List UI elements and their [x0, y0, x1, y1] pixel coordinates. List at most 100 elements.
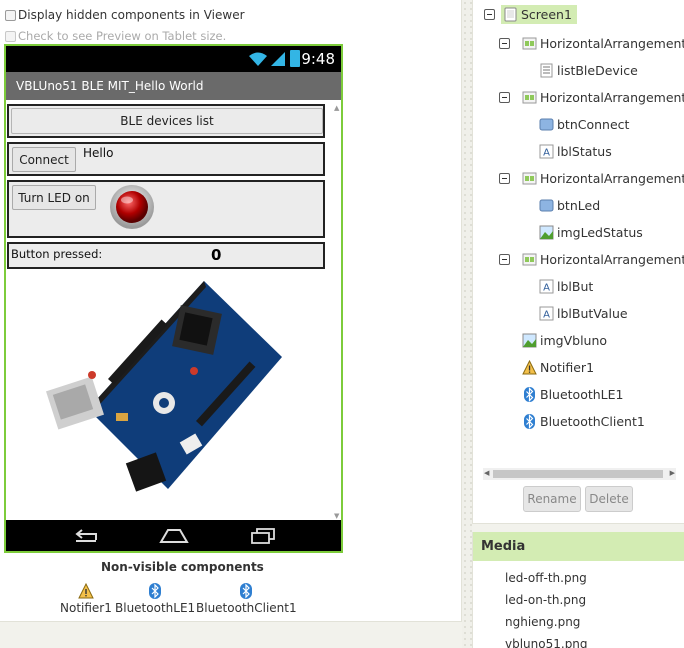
- collapse-screen1-toggle[interactable]: [484, 9, 495, 20]
- connect-button[interactable]: Connect: [12, 147, 76, 172]
- tree-item-listbledevice[interactable]: listBleDevice: [539, 63, 638, 78]
- tree-item-label: btnConnect: [557, 117, 630, 132]
- nonvisible-notifier1[interactable]: Notifier1: [60, 583, 112, 615]
- tree-horizontal-scrollbar[interactable]: ◀ ▶: [483, 468, 676, 480]
- arrangement-icon: [522, 91, 537, 104]
- label-icon: A: [539, 306, 554, 321]
- tree-item-label: imgVbluno: [540, 333, 608, 348]
- nonvisible-notifier1-label: Notifier1: [60, 601, 112, 615]
- phone-nav-bar: [6, 520, 341, 551]
- media-file-led-on[interactable]: led-on-th.png: [505, 593, 586, 607]
- tree-item-horizontalarrangement3[interactable]: HorizontalArrangement3: [522, 171, 684, 186]
- non-visible-components-title: Non-visible components: [101, 560, 264, 574]
- media-file-vbluno51[interactable]: vbluno51.png: [505, 637, 588, 648]
- tree-item-lblbut[interactable]: A lblBut: [539, 279, 593, 294]
- media-header: Media: [473, 532, 684, 561]
- svg-text:A: A: [543, 310, 550, 321]
- tree-item-horizontalarrangement1[interactable]: HorizontalArrangement1: [522, 36, 684, 51]
- tree-item-notifier1[interactable]: Notifier1: [522, 360, 594, 375]
- nonvisible-bluetoothle1-label: BluetoothLE1: [115, 601, 196, 615]
- home-icon[interactable]: [158, 526, 190, 544]
- display-hidden-label: Display hidden components in Viewer: [18, 8, 245, 22]
- scroll-down-arrow-icon[interactable]: ▼: [334, 512, 339, 520]
- media-file-nghieng[interactable]: nghieng.png: [505, 615, 580, 629]
- button-icon: [539, 199, 554, 212]
- led-status-image: [110, 185, 154, 229]
- vbluno-board-image: [46, 281, 282, 492]
- collapse-horizontalarrangement3-toggle[interactable]: [499, 173, 510, 184]
- button-pressed-label: Button pressed:: [11, 247, 103, 261]
- tablet-preview-checkbox: [5, 30, 16, 42]
- media-file-led-off[interactable]: led-off-th.png: [505, 571, 587, 585]
- button-pressed-value: 0: [211, 246, 222, 264]
- tree-item-label: BluetoothClient1: [540, 414, 645, 429]
- tree-item-label: Screen1: [521, 7, 572, 22]
- phone-preview: 9:48 VBLUno51 BLE MIT_Hello World BLE de…: [4, 44, 343, 553]
- battery-icon: [290, 50, 300, 67]
- media-pane: Media led-off-th.png led-on-th.png nghie…: [472, 532, 684, 648]
- warning-icon: [78, 583, 94, 599]
- display-hidden-checkbox[interactable]: [5, 9, 16, 21]
- delete-button[interactable]: Delete: [585, 486, 633, 512]
- turn-led-on-button[interactable]: Turn LED on: [12, 185, 96, 210]
- tree-item-lblstatus[interactable]: A lblStatus: [539, 144, 612, 159]
- tree-item-bluetoothclient1[interactable]: BluetoothClient1: [522, 414, 645, 429]
- scrollbar-thumb[interactable]: [493, 470, 663, 478]
- tree-item-label: HorizontalArrangement2: [540, 90, 684, 105]
- tree-item-label: imgLedStatus: [557, 225, 643, 240]
- tree-item-imgledstatus[interactable]: imgLedStatus: [539, 225, 643, 240]
- nonvisible-bluetoothle1[interactable]: BluetoothLE1: [115, 583, 195, 615]
- tree-item-imgvbluno[interactable]: imgVbluno: [522, 333, 607, 348]
- tree-item-label: btnLed: [557, 198, 601, 213]
- nonvisible-bluetoothclient1-label: BluetoothClient1: [196, 601, 297, 615]
- scroll-left-arrow-icon[interactable]: ◀: [484, 469, 489, 477]
- listpicker-icon: [540, 63, 553, 78]
- screen-icon: [504, 7, 517, 22]
- app-title-bar: VBLUno51 BLE MIT_Hello World: [6, 72, 341, 100]
- tree-item-label: lblButValue: [557, 306, 628, 321]
- tree-item-screen1[interactable]: Screen1: [501, 5, 577, 24]
- tree-item-label: Notifier1: [540, 360, 595, 375]
- tree-item-bluetoothle1[interactable]: BluetoothLE1: [522, 387, 624, 402]
- signal-icon: [271, 52, 285, 66]
- phone-scrollbar[interactable]: ▲ ▼: [333, 100, 341, 520]
- tree-item-label: lblBut: [557, 279, 594, 294]
- recent-apps-icon[interactable]: [249, 526, 277, 544]
- wifi-icon: [249, 52, 267, 66]
- components-tree-pane: Screen1 HorizontalArrangement1 listBleDe…: [472, 0, 684, 524]
- horizontal-arrangement-4: Button pressed: 0: [7, 242, 325, 269]
- back-icon[interactable]: [72, 527, 100, 545]
- collapse-horizontalarrangement2-toggle[interactable]: [499, 92, 510, 103]
- nonvisible-bluetoothclient1[interactable]: BluetoothClient1: [196, 583, 297, 615]
- tablet-preview-label: Check to see Preview on Tablet size.: [18, 29, 227, 43]
- display-hidden-checkbox-row[interactable]: Display hidden components in Viewer: [5, 8, 245, 22]
- tree-item-horizontalarrangement4[interactable]: HorizontalArrangement4: [522, 252, 684, 267]
- ble-devices-list-button[interactable]: BLE devices list: [11, 108, 323, 134]
- panel-splitter[interactable]: [462, 0, 472, 648]
- tree-item-btnconnect[interactable]: btnConnect: [539, 117, 629, 132]
- bluetooth-icon: [524, 387, 535, 402]
- tree-item-lblbutvalue[interactable]: A lblButValue: [539, 306, 628, 321]
- arrangement-icon: [522, 37, 537, 50]
- tree-item-label: HorizontalArrangement1: [540, 36, 684, 51]
- scroll-right-arrow-icon[interactable]: ▶: [670, 469, 675, 477]
- scroll-up-arrow-icon[interactable]: ▲: [334, 104, 339, 112]
- phone-status-bar: 9:48: [6, 46, 341, 72]
- collapse-horizontalarrangement1-toggle[interactable]: [499, 38, 510, 49]
- horizontal-arrangement-2: Connect Hello: [7, 142, 325, 176]
- tree-item-horizontalarrangement2[interactable]: HorizontalArrangement2: [522, 90, 684, 105]
- warning-icon: [522, 360, 537, 375]
- tree-item-label: HorizontalArrangement4: [540, 252, 684, 267]
- status-time: 9:48: [301, 50, 335, 68]
- tree-item-label: BluetoothLE1: [540, 387, 624, 402]
- image-icon: [522, 333, 537, 348]
- label-icon: A: [539, 279, 554, 294]
- tree-item-label: lblStatus: [557, 144, 612, 159]
- rename-button[interactable]: Rename: [523, 486, 581, 512]
- status-label: Hello: [83, 146, 114, 160]
- svg-text:A: A: [543, 283, 550, 294]
- tree-item-btnled[interactable]: btnLed: [539, 198, 600, 213]
- collapse-horizontalarrangement4-toggle[interactable]: [499, 254, 510, 265]
- button-icon: [539, 118, 554, 131]
- label-icon: A: [539, 144, 554, 159]
